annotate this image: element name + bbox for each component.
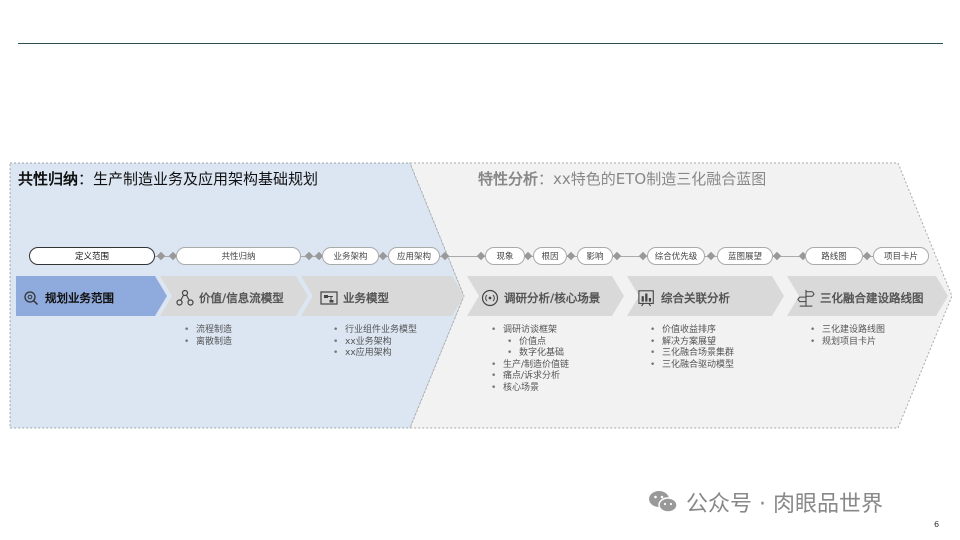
list-subitem: 价值点	[489, 337, 569, 349]
pill-roadmap[interactable]: 路线图	[805, 247, 863, 265]
right-header-rest: ：xx特色的ETO制造三化融合蓝图	[538, 170, 767, 188]
chevron-label-research[interactable]: 调研分析/核心场景	[481, 289, 600, 307]
pill-project-card[interactable]: 项目卡片	[873, 247, 929, 265]
right-header-bold: 特性分析	[478, 170, 539, 188]
list-correlation: 价值收益排序 解决方案展望 三化融合场景集群 三化融合驱动模型	[648, 325, 734, 371]
list-research: 调研访谈框架 价值点 数字化基础 生产/制造价值链 痛点/诉求分析 核心场景	[489, 325, 569, 394]
list-item: xx业务架构	[331, 337, 417, 349]
chevron-label-business-model[interactable]: 业务模型	[320, 289, 389, 307]
analysis-chart-icon	[638, 289, 656, 307]
chevron-label-value-flow[interactable]: 价值/信息流模型	[176, 289, 284, 307]
watermark: 公众号 · 肉眼品世界	[648, 486, 883, 518]
pill-priority[interactable]: 综合优先级	[647, 247, 705, 265]
left-header: 共性归纳：生产制造业务及应用架构基础规划	[18, 168, 318, 189]
list-item: 离散制造	[182, 337, 232, 349]
list-item: 流程制造	[182, 325, 232, 337]
chevron-text: 三化融合建设路线图	[820, 291, 924, 305]
list-item: 价值收益排序	[648, 325, 734, 337]
list-item: 行业组件业务模型	[331, 325, 417, 337]
chevron-text: 价值/信息流模型	[199, 291, 284, 305]
list-subitem: 数字化基础	[489, 348, 569, 360]
page-number: 6	[934, 520, 940, 529]
list-item: 三化建设路线图	[808, 325, 885, 337]
chevron-text: 综合关联分析	[661, 291, 730, 305]
pill-define-scope[interactable]: 定义范围	[29, 247, 155, 265]
list-item: 核心场景	[489, 383, 569, 395]
chevron-label-roadmap[interactable]: 三化融合建设路线图	[797, 289, 924, 307]
list-item: 三化融合场景集群	[648, 348, 734, 360]
list-item: 痛点/诉求分析	[489, 371, 569, 383]
pill-impact[interactable]: 影响	[577, 247, 613, 265]
list-item: 调研访谈框架	[489, 325, 569, 337]
pill-application-architecture[interactable]: 应用架构	[388, 247, 440, 265]
road-sign-icon	[797, 289, 815, 307]
list-item: 规划项目卡片	[808, 337, 885, 349]
chevron-text: 调研分析/核心场景	[504, 291, 601, 305]
list-item: 三化融合驱动模型	[648, 360, 734, 372]
list-roadmap: 三化建设路线图 规划项目卡片	[808, 325, 885, 348]
chevron-label-correlation[interactable]: 综合关联分析	[638, 289, 730, 307]
chevron-label-scope[interactable]: 规划业务范围	[22, 289, 114, 307]
network-nodes-icon	[176, 289, 194, 307]
list-business-model: 行业组件业务模型 xx业务架构 xx应用架构	[331, 325, 417, 360]
pill-phenomenon[interactable]: 现象	[485, 247, 525, 265]
list-item: 解决方案展望	[648, 337, 734, 349]
search-gear-icon	[22, 289, 40, 307]
background-panels	[9, 162, 953, 429]
pill-common-summary[interactable]: 共性归纳	[176, 247, 301, 265]
pill-blueprint[interactable]: 蓝图展望	[717, 247, 773, 265]
list-item: 生产/制造价值链	[489, 360, 569, 372]
pill-business-architecture[interactable]: 业务架构	[322, 247, 379, 265]
watermark-text: 公众号 · 肉眼品世界	[686, 492, 883, 517]
chevron-text: 规划业务范围	[45, 291, 114, 305]
list-item: xx应用架构	[331, 348, 417, 360]
left-header-rest: ：生产制造业务及应用架构基础规划	[78, 170, 319, 188]
broadcast-icon	[481, 289, 499, 307]
left-header-bold: 共性归纳	[18, 170, 79, 188]
list-value-flow: 流程制造 离散制造	[182, 325, 232, 348]
right-header: 特性分析：xx特色的ETO制造三化融合蓝图	[478, 168, 766, 189]
wechat-icon	[648, 489, 678, 515]
chevron-text: 业务模型	[343, 291, 389, 305]
org-chart-icon	[320, 289, 338, 307]
pill-root-cause[interactable]: 根因	[533, 247, 567, 265]
